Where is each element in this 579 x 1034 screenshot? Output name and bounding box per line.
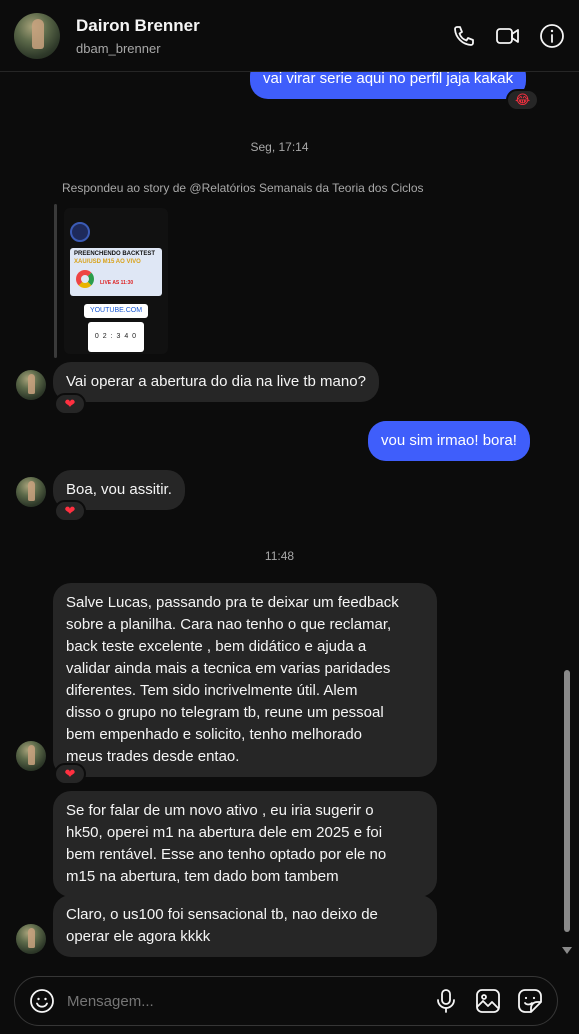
message-line: hk50, operei m1 na abertura dele em 2025… (66, 824, 383, 841)
message-composer[interactable] (14, 976, 558, 1026)
message-line: meus trades desde entao. (66, 748, 240, 765)
story-countdown: 0 2 : 3 4 0 (88, 322, 144, 352)
scrollbar[interactable] (561, 72, 573, 962)
chat-header: Dairon Brenner dbam_brenner (0, 0, 579, 72)
avatar[interactable] (14, 12, 60, 59)
message-text: vai virar serie aqui no perfil jaja kaka… (263, 72, 514, 87)
avatar[interactable] (16, 924, 46, 954)
message-incoming[interactable]: Vai operar a abertura do dia na live tb … (53, 362, 379, 402)
message-incoming[interactable]: Se for falar de um novo ativo , eu iria … (53, 791, 437, 897)
message-incoming[interactable]: Salve Lucas, passando pra te deixar um f… (53, 583, 437, 777)
message-line: sobre a planilha. Cara nao tenho o que r… (66, 616, 392, 633)
story-link: YOUTUBE.COM (84, 304, 148, 318)
message-outgoing[interactable]: vou sim irmao! bora! (368, 421, 530, 461)
channel-logo-icon (70, 222, 90, 242)
contact-info[interactable]: Dairon Brenner dbam_brenner (76, 16, 200, 56)
message-text: Vai operar a abertura do dia na live tb … (66, 373, 366, 390)
message-thread[interactable]: vai virar serie aqui no perfil jaja kaka… (0, 72, 559, 962)
info-icon[interactable] (539, 23, 565, 49)
message-line: validar ainda mais a tecnica em varias p… (66, 660, 391, 677)
story-live: LIVE AS 11:30 (100, 280, 134, 286)
chart-icon (76, 270, 94, 288)
video-icon[interactable] (495, 23, 521, 49)
reaction-badge[interactable]: ❤ (54, 763, 86, 785)
message-line: back teste excelente , bem didático e aj… (66, 638, 367, 655)
story-banner: PREENCHENDO BACKTEST XAU/USD M15 AO VIVO… (70, 248, 162, 296)
avatar[interactable] (16, 477, 46, 507)
phone-icon[interactable] (451, 23, 477, 49)
avatar[interactable] (16, 741, 46, 771)
message-line: Salve Lucas, passando pra te deixar um f… (66, 594, 399, 611)
message-outgoing[interactable]: vai virar serie aqui no perfil jaja kaka… (250, 72, 527, 99)
scroll-down-arrow-icon[interactable] (562, 947, 572, 954)
contact-username: dbam_brenner (76, 40, 161, 56)
scrollbar-thumb[interactable] (564, 670, 570, 932)
message-line: bem rentável. Esse ano tenho optado por … (66, 846, 387, 863)
reaction-badge[interactable]: ❤ (54, 500, 86, 522)
timestamp: Seg, 17:14 (250, 140, 309, 154)
message-line: m15 na abertura, tem dado bom tambem (66, 868, 339, 885)
image-icon[interactable] (475, 988, 501, 1014)
story-subtitle: XAU/USD M15 AO VIVO (74, 259, 141, 265)
reaction-badge[interactable]: ❤ (54, 393, 86, 415)
timestamp: 11:48 (264, 549, 295, 563)
message-incoming[interactable]: Claro, o us100 foi sensacional tb, nao d… (53, 895, 437, 957)
microphone-icon[interactable] (433, 988, 459, 1014)
reaction-badge[interactable]: 😂 (506, 89, 540, 111)
message-line: Se for falar de um novo ativo , eu iria … (66, 802, 374, 819)
avatar[interactable] (16, 370, 46, 400)
message-line: operar ele agora kkkk (66, 928, 211, 945)
story-title: PREENCHENDO BACKTEST (74, 251, 156, 257)
message-line: disso o grupo no telegram tb, reune um p… (66, 704, 384, 721)
message-text: vou sim irmao! bora! (381, 432, 517, 449)
story-thumbnail[interactable]: PREENCHENDO BACKTEST XAU/USD M15 AO VIVO… (64, 208, 168, 354)
message-line: Claro, o us100 foi sensacional tb, nao d… (66, 906, 378, 923)
message-line: bem empenhado e solicito, tenho melhorad… (66, 726, 363, 743)
emoji-icon[interactable] (29, 988, 55, 1014)
message-input[interactable] (67, 992, 433, 1010)
contact-name[interactable]: Dairon Brenner (76, 16, 200, 36)
message-line: diferentes. Tem sido incrivelmente útil.… (66, 682, 358, 699)
story-reply-label: Respondeu ao story de @Relatórios Semana… (62, 181, 424, 195)
sticker-icon[interactable] (517, 988, 543, 1014)
reply-bar (54, 204, 57, 358)
message-text: Boa, vou assitir. (66, 481, 172, 498)
